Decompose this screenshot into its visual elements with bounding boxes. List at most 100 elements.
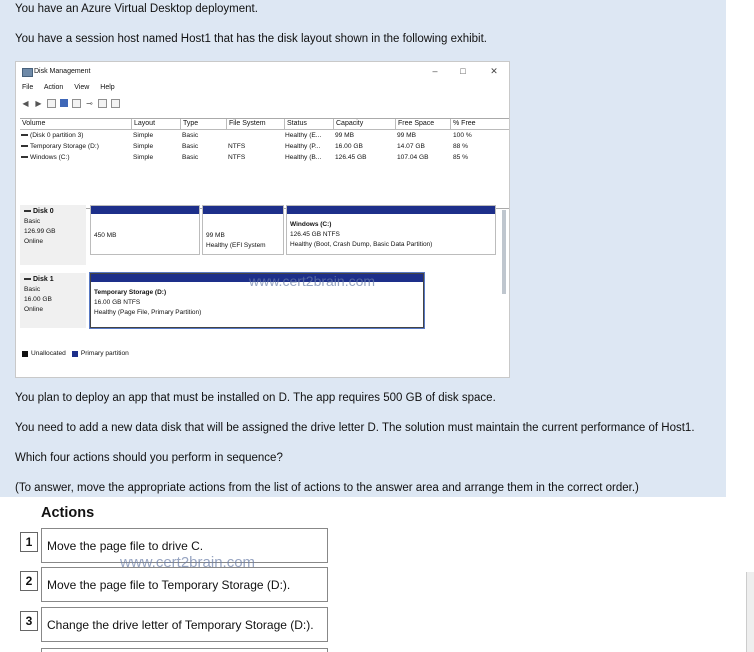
- volume-list: Volume Layout Type File System Status Ca…: [20, 118, 509, 209]
- question-text-5: Which four actions should you perform in…: [15, 452, 283, 464]
- title-bar: Disk Management – □ ✕: [16, 62, 509, 82]
- col-status[interactable]: Status: [284, 119, 333, 129]
- cell-percent-free: 100 %: [453, 132, 472, 139]
- back-arrow-icon[interactable]: ◀: [21, 99, 30, 108]
- cell-file-system: NTFS: [228, 143, 246, 150]
- cell-volume: Windows (C:): [30, 154, 70, 161]
- console-tree-icon[interactable]: [47, 99, 56, 108]
- page-scrollbar[interactable]: [746, 572, 754, 652]
- table-row[interactable]: Windows (C:): [21, 154, 131, 161]
- cell-capacity: 16.00 GB: [335, 143, 363, 150]
- disk0-state: Online: [24, 238, 44, 245]
- cell-type: Basic: [182, 132, 199, 139]
- volume-icon: [21, 134, 28, 137]
- action-label: Move the page file to drive C.: [47, 538, 204, 553]
- question-text-6: (To answer, move the appropriate actions…: [15, 482, 639, 494]
- disk-icon: [24, 210, 31, 213]
- question-text-4: You need to add a new data disk that wil…: [15, 422, 695, 434]
- scrollbar[interactable]: [502, 210, 506, 294]
- question-text-2: You have a session host named Host1 that…: [15, 33, 488, 45]
- action-number: 2: [20, 571, 38, 591]
- action-label: Move the page file to Temporary Storage …: [47, 577, 291, 592]
- action-label: Change the drive letter of Temporary Sto…: [47, 617, 314, 632]
- action-card[interactable]: Change the drive letter of Temporary Sto…: [41, 607, 328, 642]
- properties-icon[interactable]: [72, 99, 81, 108]
- cell-status: Healthy (P...: [285, 143, 321, 150]
- disk0-partition-windows[interactable]: Windows (C:) 126.45 GB NTFS Healthy (Boo…: [286, 205, 496, 255]
- primary-swatch: [71, 350, 78, 357]
- disk0-partition-2[interactable]: 99 MB Healthy (EFI System: [202, 205, 284, 255]
- partition-size: 450 MB: [94, 232, 117, 239]
- menu-file[interactable]: File: [22, 84, 33, 91]
- cell-type: Basic: [182, 143, 199, 150]
- cell-free-space: 99 MB: [397, 132, 417, 139]
- menu-help[interactable]: Help: [100, 84, 114, 91]
- help-icon[interactable]: [60, 99, 68, 107]
- legend: Unallocated Primary partition: [22, 350, 129, 357]
- cell-volume: Temporary Storage (D:): [30, 143, 99, 150]
- partition-size: 16.00 GB NTFS: [94, 299, 141, 306]
- col-capacity[interactable]: Capacity: [333, 119, 395, 129]
- disk0-label[interactable]: Disk 0 Basic 126.99 GB Online: [20, 205, 86, 265]
- check-icon[interactable]: [98, 99, 107, 108]
- key-icon[interactable]: ⊸: [85, 99, 94, 108]
- action-number: 1: [20, 532, 38, 552]
- col-file-system[interactable]: File System: [226, 119, 284, 129]
- partition-status: Healthy (EFI System: [206, 242, 266, 249]
- table-row[interactable]: (Disk 0 partition 3): [21, 132, 131, 139]
- disk-management-icon: [22, 68, 33, 77]
- cell-layout: Simple: [133, 154, 154, 161]
- disk1-name: Disk 1: [33, 276, 54, 283]
- disk1-size: 16.00 GB: [24, 296, 52, 303]
- cell-type: Basic: [182, 154, 199, 161]
- cell-file-system: NTFS: [228, 154, 246, 161]
- window-title: Disk Management: [34, 68, 91, 75]
- cell-status: Healthy (B...: [285, 154, 322, 161]
- disk1-state: Online: [24, 306, 44, 313]
- partition-status: Healthy (Boot, Crash Dump, Basic Data Pa…: [290, 241, 433, 248]
- disk0-partition-1[interactable]: 450 MB: [90, 205, 200, 255]
- view-icon[interactable]: [111, 99, 120, 108]
- watermark: www.cert2brain.com: [249, 273, 376, 289]
- col-type[interactable]: Type: [180, 119, 226, 129]
- partition-name: Temporary Storage (D:): [94, 289, 167, 296]
- disk0-type: Basic: [24, 218, 41, 225]
- forward-arrow-icon[interactable]: ▶: [34, 99, 43, 108]
- cell-status: Healthy (E...: [285, 132, 322, 139]
- toolbar: ◀ ▶ ⊸: [21, 99, 120, 109]
- col-layout[interactable]: Layout: [131, 119, 180, 129]
- maximize-button[interactable]: □: [456, 66, 470, 76]
- menu-bar: File Action View Help: [22, 84, 124, 94]
- cell-percent-free: 85 %: [453, 154, 469, 161]
- menu-action[interactable]: Action: [44, 84, 63, 91]
- cell-free-space: 14.07 GB: [397, 143, 425, 150]
- cell-free-space: 107.04 GB: [397, 154, 429, 161]
- action-card[interactable]: [41, 648, 328, 652]
- question-text-3: You plan to deploy an app that must be i…: [15, 392, 496, 404]
- question-panel: You have an Azure Virtual Desktop deploy…: [0, 0, 726, 497]
- col-free-space[interactable]: Free Space: [395, 119, 450, 129]
- legend-primary: Primary partition: [80, 350, 129, 357]
- close-button[interactable]: ✕: [487, 66, 501, 77]
- partition-status: Healthy (Page File, Primary Partition): [94, 309, 202, 316]
- disk1-type: Basic: [24, 286, 41, 293]
- disk1-label[interactable]: Disk 1 Basic 16.00 GB Online: [20, 273, 86, 328]
- col-volume[interactable]: Volume: [20, 119, 131, 129]
- cell-volume: (Disk 0 partition 3): [30, 132, 84, 139]
- menu-view[interactable]: View: [74, 84, 89, 91]
- cell-capacity: 126.45 GB: [335, 154, 367, 161]
- col-percent-free[interactable]: % Free: [450, 119, 509, 129]
- volume-icon: [21, 145, 28, 148]
- partition-name: Windows (C:): [290, 221, 332, 228]
- cell-layout: Simple: [133, 132, 154, 139]
- actions-title: Actions: [41, 505, 95, 521]
- table-row[interactable]: Temporary Storage (D:): [21, 143, 131, 150]
- action-number: 3: [20, 611, 38, 631]
- partition-size: 99 MB: [206, 232, 225, 239]
- minimize-button[interactable]: –: [428, 66, 442, 76]
- action-card[interactable]: Move the page file to Temporary Storage …: [41, 567, 328, 602]
- question-text-1: You have an Azure Virtual Desktop deploy…: [15, 3, 258, 15]
- unallocated-swatch: [22, 350, 28, 357]
- cell-layout: Simple: [133, 143, 154, 150]
- disk0-size: 126.99 GB: [24, 228, 56, 235]
